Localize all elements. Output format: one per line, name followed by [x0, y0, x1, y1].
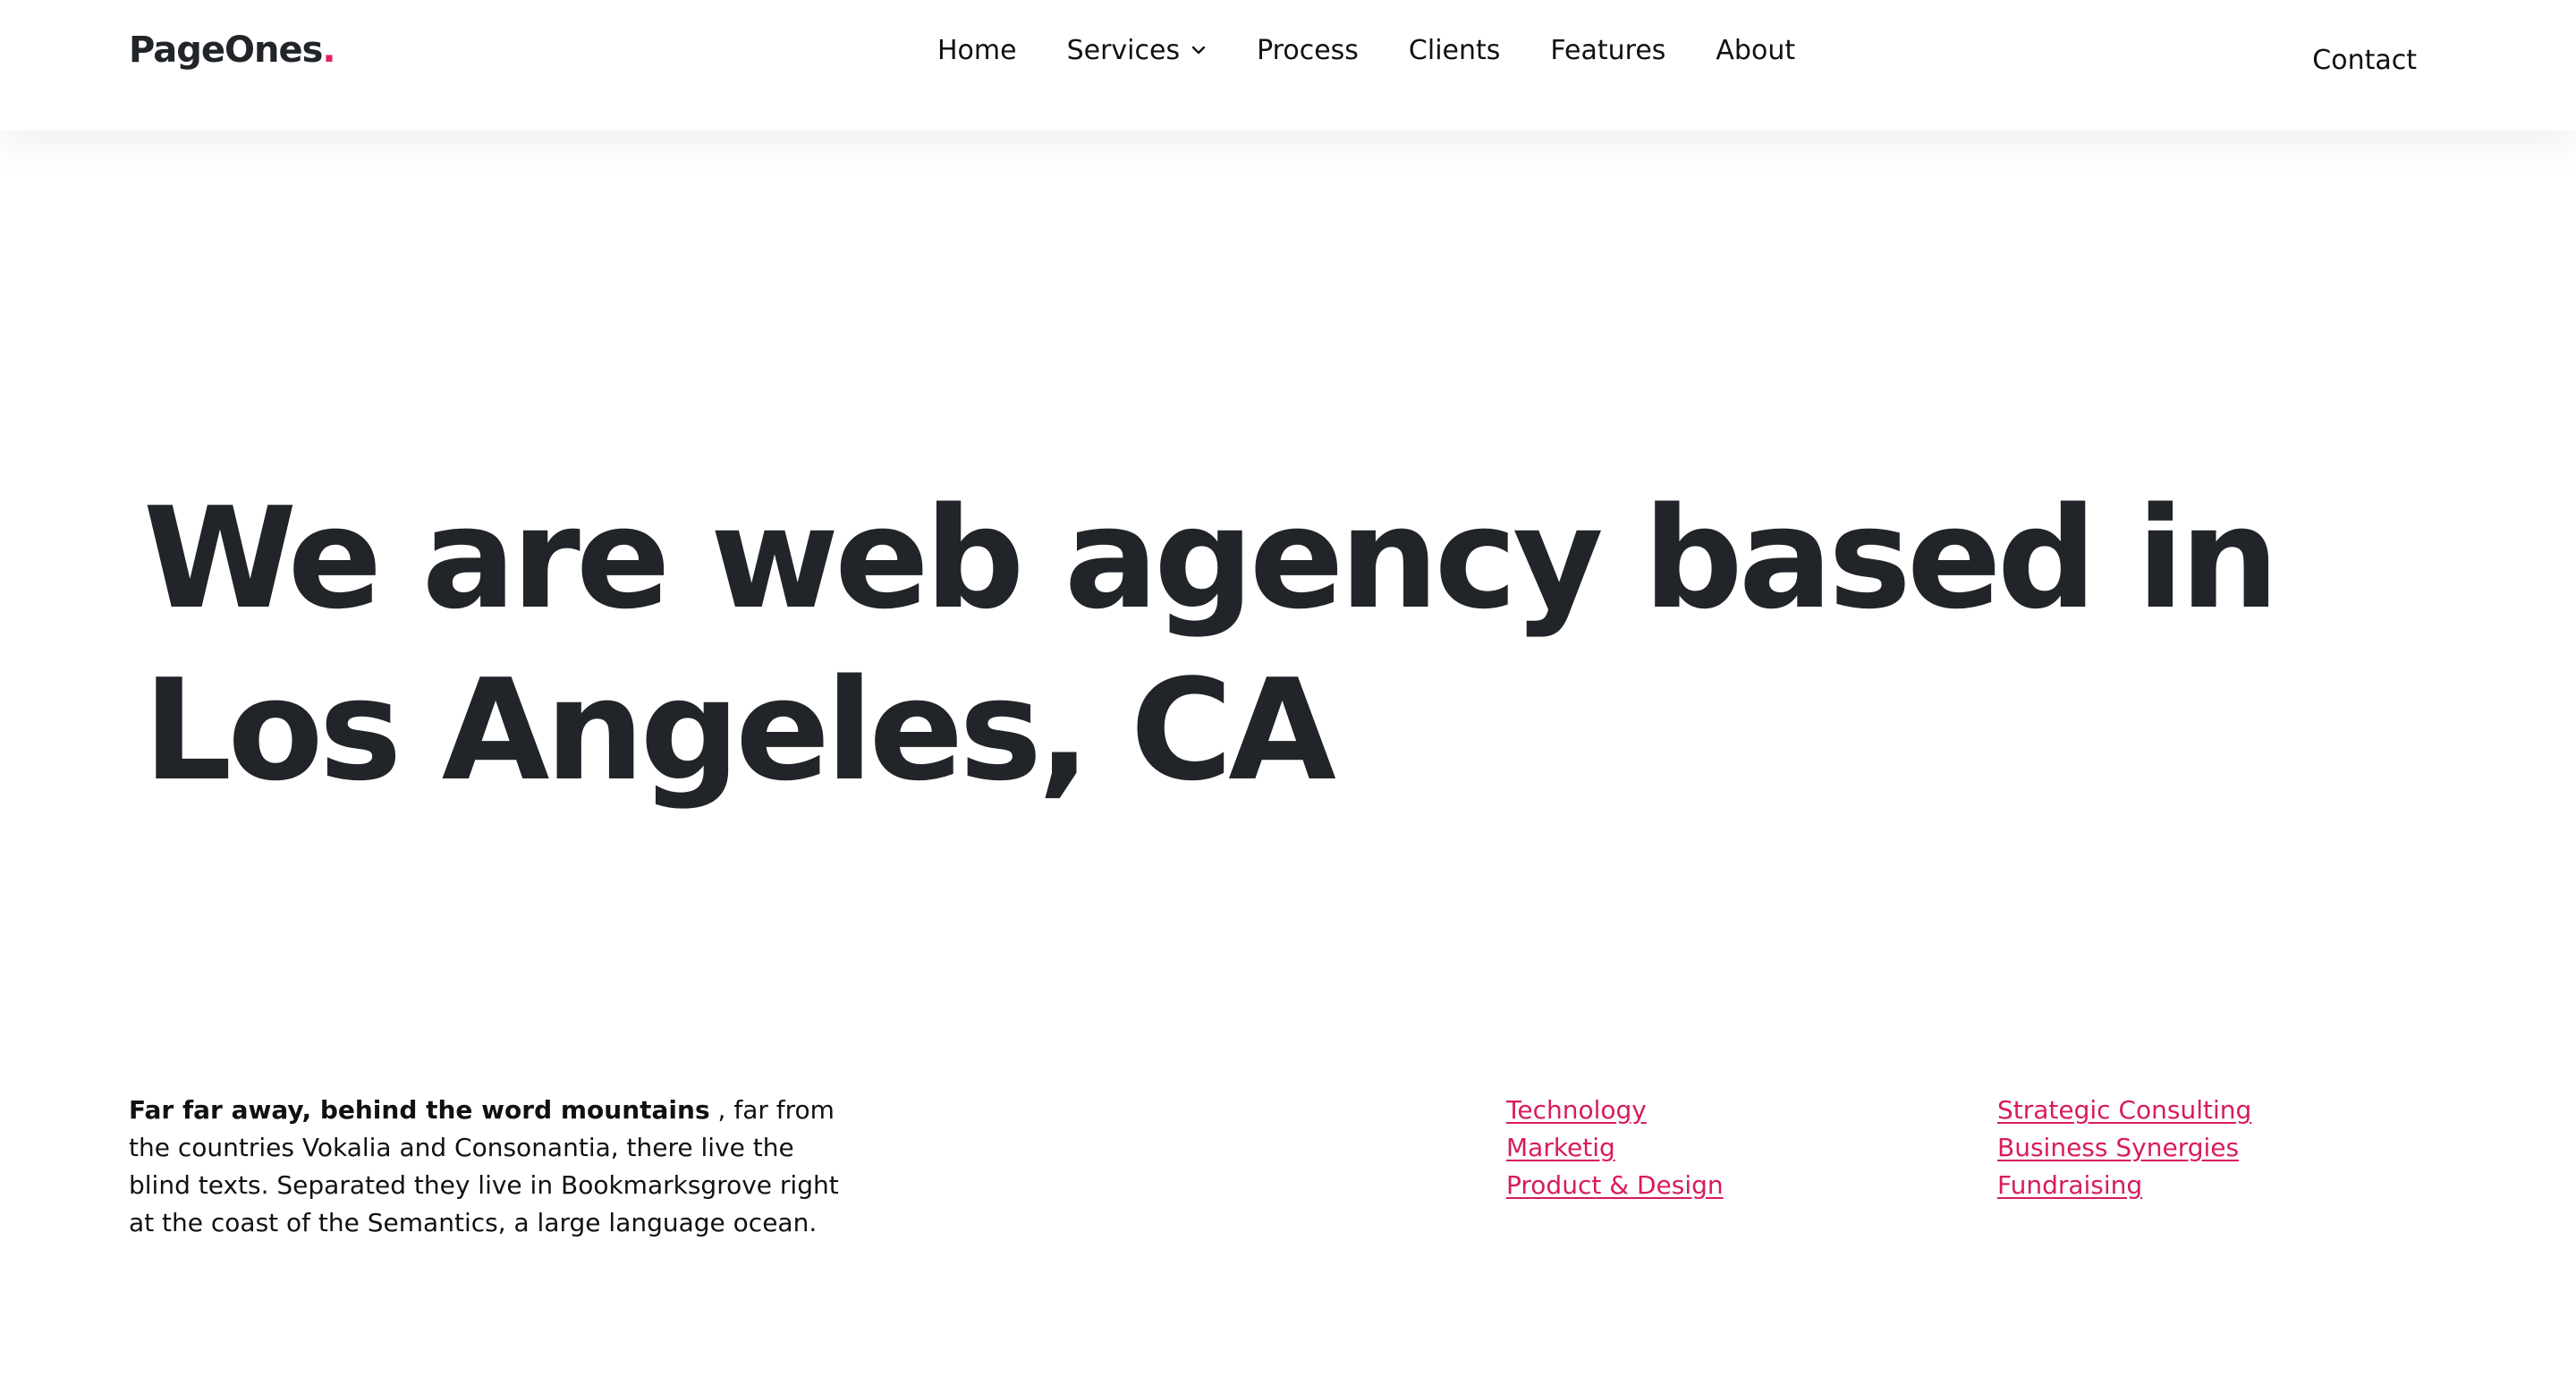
- intro-paragraph: Far far away, behind the word mountains …: [129, 1092, 853, 1242]
- nav-item-label: Home: [937, 34, 1017, 66]
- chevron-down-icon: [1191, 46, 1206, 55]
- hero-line-2: Los Angeles, CA: [143, 649, 1336, 812]
- nav-item-label: Clients: [1408, 34, 1501, 66]
- link-marketing[interactable]: Marketig: [1506, 1129, 1724, 1167]
- link-product-design[interactable]: Product & Design: [1506, 1167, 1724, 1204]
- nav-item-process[interactable]: Process: [1257, 35, 1359, 66]
- intro-bold: Far far away, behind the word mountains: [129, 1095, 710, 1125]
- nav-item-about[interactable]: About: [1716, 35, 1795, 66]
- main-nav: Home Services Process Clients Features A…: [937, 30, 1795, 70]
- nav-item-label: Features: [1550, 34, 1666, 66]
- nav-item-clients[interactable]: Clients: [1409, 35, 1500, 66]
- hero-heading: We are web agency based in Los Angeles, C…: [143, 472, 2469, 816]
- nav-item-label: Process: [1257, 34, 1359, 66]
- services-links-column-2: Strategic Consulting Business Synergies …: [1997, 1092, 2251, 1204]
- link-technology[interactable]: Technology: [1506, 1092, 1724, 1129]
- site-header: PageOnes. Home Services Process Clients …: [0, 0, 2576, 131]
- nav-item-label: About: [1716, 34, 1796, 66]
- nav-item-services[interactable]: Services: [1067, 35, 1208, 66]
- brand-name: PageOnes: [129, 30, 323, 71]
- link-strategic-consulting[interactable]: Strategic Consulting: [1997, 1092, 2251, 1129]
- hero-line-1: We are web agency based in: [143, 477, 2279, 640]
- link-fundraising[interactable]: Fundraising: [1997, 1167, 2251, 1204]
- contact-link[interactable]: Contact: [2312, 45, 2417, 76]
- brand-logo[interactable]: PageOnes.: [129, 27, 336, 73]
- brand-dot: .: [322, 30, 335, 71]
- services-links-column-1: Technology Marketig Product & Design: [1506, 1092, 1724, 1204]
- nav-item-features[interactable]: Features: [1550, 35, 1665, 66]
- nav-item-label: Services: [1066, 34, 1181, 66]
- nav-item-home[interactable]: Home: [937, 35, 1017, 66]
- link-business-synergies[interactable]: Business Synergies: [1997, 1129, 2251, 1167]
